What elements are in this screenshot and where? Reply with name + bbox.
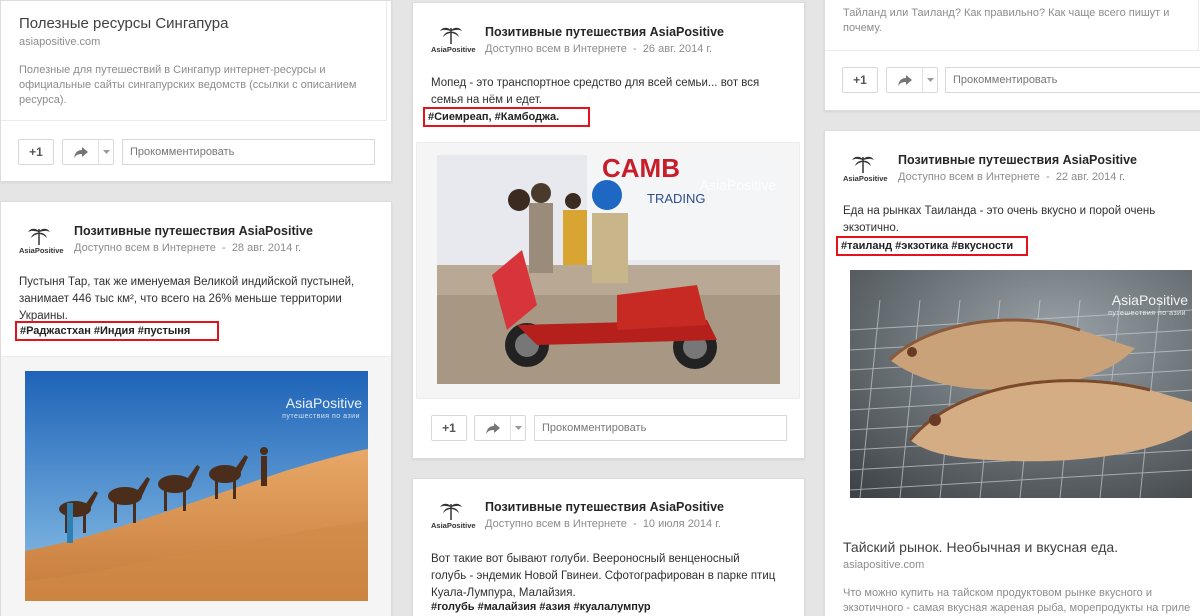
hashtags-highlighted[interactable]: #Сиемреап, #Камбоджа.	[423, 107, 590, 127]
meta-separator: -	[1042, 171, 1056, 183]
asiapositive-logo[interactable]: AsiaPositive	[431, 500, 476, 536]
photo-watermark: AsiaPositive	[1111, 292, 1188, 308]
share-arrow-icon	[475, 416, 511, 440]
share-button[interactable]	[474, 415, 526, 441]
post-date[interactable]: 22 авг. 2014 г.	[1056, 171, 1125, 183]
meta-separator: -	[629, 518, 643, 530]
post-visibility: Доступно всем в Интернете	[485, 518, 627, 530]
link-preview-box[interactable]: Полезные ресурсы Сингапура asiapositive.…	[1, 1, 387, 121]
post-date[interactable]: 26 авг. 2014 г.	[643, 43, 712, 55]
grilled-fish-photo[interactable]: AsiaPositive путешествия по азии	[850, 270, 1192, 498]
post-visibility: Доступно всем в Интернете	[485, 43, 627, 55]
share-arrow-icon	[887, 68, 923, 92]
link-description: Что можно купить на тайском продуктовом …	[843, 587, 1191, 614]
post-date[interactable]: 28 авг. 2014 г.	[232, 242, 301, 254]
logo-text: AsiaPositive	[431, 45, 476, 54]
hashtags-highlighted[interactable]: #Раджастхан #Индия #пустыня	[15, 321, 219, 341]
plus-one-button[interactable]: +1	[842, 67, 878, 93]
post-meta: Доступно всем в Интернете - 26 авг. 2014…	[485, 43, 712, 55]
post-card-thar-desert: AsiaPositive Позитивные путешествия Asia…	[0, 201, 392, 616]
post-date[interactable]: 10 июля 2014 г.	[643, 518, 721, 530]
comment-input[interactable]	[122, 139, 375, 165]
link-description: Тайланд или Таиланд? Как правильно? Как …	[843, 7, 1170, 34]
post-meta: Доступно всем в Интернете - 22 авг. 2014…	[898, 171, 1125, 183]
link-preview-box[interactable]: Тайланд или Таиланд? Как правильно? Как …	[825, 0, 1199, 51]
hashtags[interactable]: #голубь #малайзия #азия #куалалумпур	[431, 601, 651, 613]
photo-watermark: AsiaPositive	[285, 395, 362, 411]
post-text: Вот такие вот бывают голуби. Веероносный…	[431, 553, 776, 599]
post-visibility: Доступно всем в Интернете	[74, 242, 216, 254]
moped-family-photo[interactable]: CAMB TRADING AsiaPositive	[437, 155, 780, 384]
comment-input[interactable]	[534, 415, 787, 441]
chevron-down-icon	[99, 140, 113, 164]
link-domain: asiapositive.com	[19, 36, 101, 48]
post-author[interactable]: Позитивные путешествия AsiaPositive	[485, 500, 724, 514]
post-visibility: Доступно всем в Интернете	[898, 171, 1040, 183]
asiapositive-logo[interactable]: AsiaPositive	[843, 153, 888, 189]
desert-camels-photo[interactable]: AsiaPositive путешествия по азии	[25, 371, 368, 601]
hashtags-highlighted[interactable]: #таиланд #экзотика #вкусности	[836, 236, 1028, 256]
link-domain: asiapositive.com	[843, 559, 925, 571]
plus-one-button[interactable]: +1	[431, 415, 467, 441]
post-card-singapore: Полезные ресурсы Сингапура asiapositive.…	[0, 0, 392, 182]
post-author[interactable]: Позитивные путешествия AsiaPositive	[485, 25, 724, 39]
comment-input[interactable]	[945, 67, 1200, 93]
logo-text: AsiaPositive	[431, 521, 476, 530]
link-title[interactable]: Полезные ресурсы Сингапура	[19, 15, 228, 32]
share-button[interactable]	[886, 67, 938, 93]
post-card-thailand-spelling: Тайланд или Таиланд? Как правильно? Как …	[824, 0, 1200, 111]
post-meta: Доступно всем в Интернете - 10 июля 2014…	[485, 518, 721, 530]
post-meta: Доступно всем в Интернете - 28 авг. 2014…	[74, 242, 301, 254]
photo-watermark: AsiaPositive	[699, 177, 776, 193]
meta-separator: -	[218, 242, 232, 254]
meta-separator: -	[629, 43, 643, 55]
share-button[interactable]	[62, 139, 114, 165]
post-author[interactable]: Позитивные путешествия AsiaPositive	[898, 153, 1137, 167]
chevron-down-icon	[511, 416, 525, 440]
post-text: Мопед - это транспортное средство для вс…	[431, 77, 760, 106]
post-card-moped: AsiaPositive Позитивные путешествия Asia…	[412, 2, 805, 459]
post-author[interactable]: Позитивные путешествия AsiaPositive	[74, 224, 313, 238]
link-title[interactable]: Тайский рынок. Необычная и вкусная еда.	[843, 539, 1118, 555]
asiapositive-logo[interactable]: AsiaPositive	[431, 24, 476, 60]
plus-one-button[interactable]: +1	[18, 139, 54, 165]
sign-text: CAMB	[602, 155, 680, 183]
share-arrow-icon	[63, 140, 99, 164]
link-description: Полезные для путешествий в Сингапур инте…	[19, 64, 357, 106]
post-card-pigeons: AsiaPositive Позитивные путешествия Asia…	[412, 478, 805, 616]
post-card-thai-market: AsiaPositive Позитивные путешествия Asia…	[824, 130, 1200, 616]
photo-watermark-sub: путешествия по азии	[1108, 310, 1186, 317]
sign-subtext: TRADING	[647, 191, 706, 206]
post-text: Еда на рынках Таиланда - это очень вкусн…	[843, 205, 1156, 234]
post-text: Пустыня Тар, так же именуемая Великой ин…	[19, 276, 355, 322]
photo-watermark-sub: путешествия по азии	[282, 413, 360, 420]
logo-text: AsiaPositive	[19, 246, 64, 255]
chevron-down-icon	[923, 68, 937, 92]
logo-text: AsiaPositive	[843, 174, 888, 183]
asiapositive-logo[interactable]: AsiaPositive	[19, 225, 64, 261]
